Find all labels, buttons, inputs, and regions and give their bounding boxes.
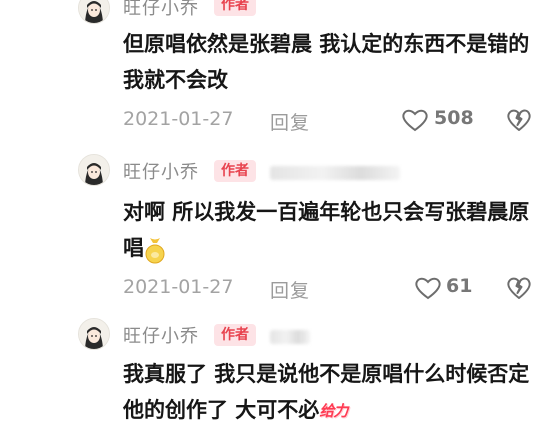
broken-heart-icon[interactable] bbox=[506, 108, 532, 132]
author-badge: 作者 bbox=[214, 160, 256, 182]
avatar-image bbox=[79, 155, 109, 185]
comment-text-content: 对啊 所以我发一百遍年轮也只会写张碧晨原唱 bbox=[123, 200, 530, 260]
avatar-image bbox=[79, 319, 109, 349]
comment-date: 2021-01-27 bbox=[123, 108, 234, 130]
comment-item: 旺仔小乔 作者 但原唱依然是张碧晨 我认定的东西不是错的我就不会改 2021-0… bbox=[0, 0, 549, 150]
username[interactable]: 旺仔小乔 bbox=[123, 0, 199, 20]
avatar[interactable] bbox=[78, 0, 110, 24]
blurred-reply-target bbox=[270, 330, 310, 344]
gold-coin-bag-sticker bbox=[145, 238, 165, 264]
like-count: 61 bbox=[446, 275, 473, 297]
author-badge: 作者 bbox=[214, 0, 256, 16]
blurred-reply-target bbox=[270, 166, 400, 180]
reply-button[interactable]: 回复 bbox=[270, 276, 310, 303]
comment-text: 我真服了 我只是说他不是原唱什么时候否定他的创作了 大可不必给力 bbox=[123, 356, 533, 429]
comment-item: 旺仔小乔 作者 我真服了 我只是说他不是原唱什么时候否定他的创作了 大可不必给力 bbox=[0, 310, 549, 434]
comment-item: 旺仔小乔 作者 对啊 所以我发一百遍年轮也只会写张碧晨原唱 2021-01-27… bbox=[0, 150, 549, 310]
avatar[interactable] bbox=[78, 154, 110, 186]
like-count: 508 bbox=[434, 107, 474, 129]
reply-button[interactable]: 回复 bbox=[270, 108, 310, 135]
heart-outline-icon[interactable] bbox=[401, 108, 429, 132]
comment-text: 但原唱依然是张碧晨 我认定的东西不是错的我就不会改 bbox=[123, 32, 530, 92]
broken-heart-icon[interactable] bbox=[506, 276, 532, 300]
username[interactable]: 旺仔小乔 bbox=[123, 322, 199, 348]
author-badge: 作者 bbox=[214, 324, 256, 346]
comment-date: 2021-01-27 bbox=[123, 276, 234, 298]
avatar-image bbox=[79, 0, 109, 23]
username[interactable]: 旺仔小乔 bbox=[123, 158, 199, 184]
geili-sticker: 给力 bbox=[319, 402, 348, 420]
comment-text: 对啊 所以我发一百遍年轮也只会写张碧晨原唱 bbox=[123, 194, 533, 266]
heart-outline-icon[interactable] bbox=[414, 276, 442, 300]
avatar[interactable] bbox=[78, 318, 110, 350]
